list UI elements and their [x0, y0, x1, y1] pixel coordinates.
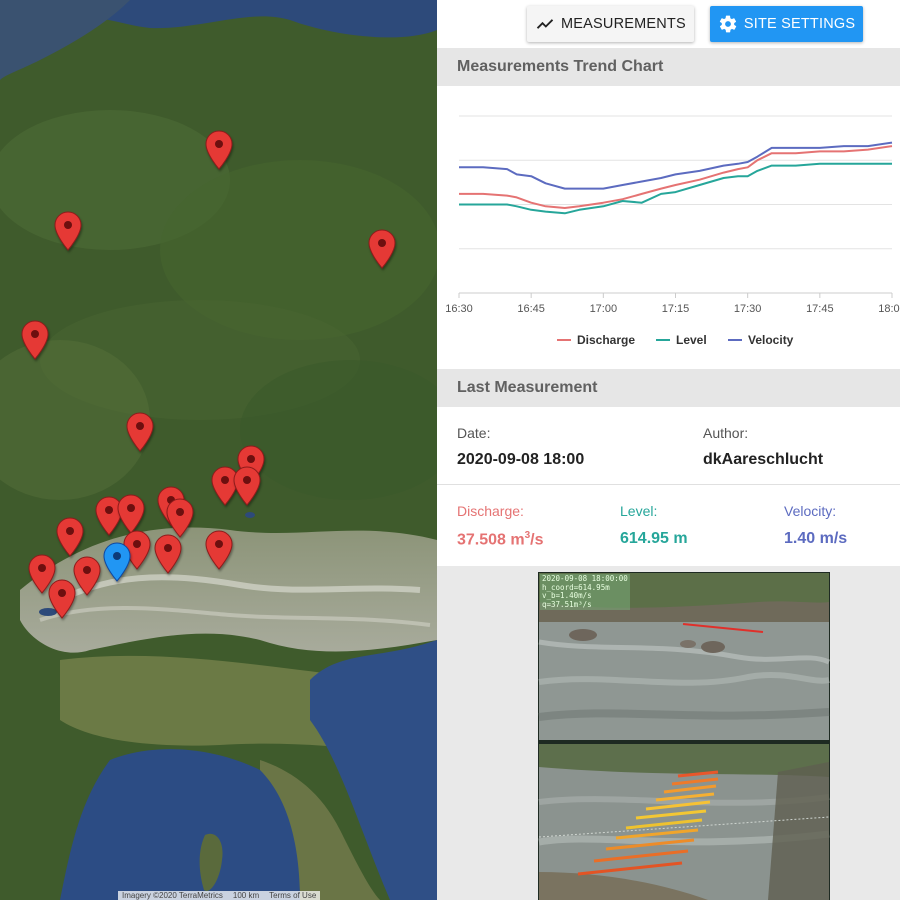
series-line-level [459, 162, 892, 215]
river-photo [538, 572, 830, 900]
map-attribution: Imagery ©2020 TerraMetrics 100 km Terms … [118, 891, 321, 900]
measurement-photo[interactable]: 2020-09-08 18:00:00 h_coord=614.95m v_b=… [538, 572, 830, 900]
selected-map-marker-pin[interactable] [103, 542, 131, 582]
discharge-value: 37.508 m3/s [457, 530, 544, 549]
site-settings-button-label: SITE SETTINGS [743, 16, 856, 32]
map-marker-pin[interactable] [48, 579, 76, 619]
date-label: Date: [457, 425, 491, 441]
map-marker-pin[interactable] [233, 466, 261, 506]
map-marker-pin[interactable] [154, 534, 182, 574]
map-marker-pin[interactable] [166, 498, 194, 538]
map-marker-pin[interactable] [117, 494, 145, 534]
author-value: dkAareschlucht [703, 451, 824, 468]
legend-label[interactable]: Level [676, 333, 707, 347]
author-label: Author: [703, 425, 749, 441]
x-tick-label: 16:45 [517, 303, 545, 315]
measurement-meta-row: Date: 2020-09-08 18:00 Author: dkAaresch… [437, 407, 900, 485]
photo-overlay-text: 2020-09-08 18:00:00 h_coord=614.95m v_b=… [540, 574, 630, 610]
velocity-label: Velocity: [784, 503, 837, 519]
panel-toolbar: MEASUREMENTS SITE SETTINGS [437, 0, 900, 48]
map-marker-pin[interactable] [56, 517, 84, 557]
date-value: 2020-09-08 18:00 [457, 451, 585, 468]
map-marker-pin[interactable] [73, 556, 101, 596]
site-panel: MEASUREMENTS SITE SETTINGS Measurements … [437, 0, 900, 900]
discharge-label: Discharge: [457, 503, 524, 519]
level-label: Level: [620, 503, 658, 519]
site-settings-button[interactable]: SITE SETTINGS [709, 6, 864, 42]
terms-link[interactable]: Terms of Use [269, 891, 316, 900]
series-line-velocity [459, 141, 893, 190]
imagery-credit: Imagery ©2020 TerraMetrics [122, 891, 223, 900]
discharge-number: 37.508 m [457, 531, 525, 549]
x-tick-label: 18:00 [878, 303, 900, 315]
measurements-button[interactable]: MEASUREMENTS [527, 6, 694, 42]
trend-chart-header: Measurements Trend Chart [437, 48, 900, 86]
discharge-unit-tail: /s [530, 531, 544, 549]
map-marker-pin[interactable] [205, 530, 233, 570]
trend-chart-card: 16:30 16:45 17:00 17:15 17:30 17:45 18:00 Disch… [437, 86, 900, 369]
velocity-value: 1.40 m/s [784, 530, 848, 547]
x-tick-label: 17:15 [662, 303, 690, 315]
measurements-button-label: MEASUREMENTS [561, 16, 686, 32]
x-tick-label: 17:30 [734, 303, 762, 315]
scale-label: 100 km [232, 891, 260, 900]
level-value: 614.95 m [620, 530, 688, 547]
x-tick-label: 17:45 [806, 303, 834, 315]
gear-icon [719, 15, 737, 33]
trending-up-icon [536, 19, 554, 29]
map-marker-pin[interactable] [126, 412, 154, 452]
legend-label[interactable]: Velocity [748, 333, 794, 347]
x-tick-label: 16:30 [445, 303, 473, 315]
map-marker-pin[interactable] [205, 130, 233, 170]
last-measurement-card: Date: 2020-09-08 18:00 Author: dkAaresch… [437, 407, 900, 566]
map-marker-pin[interactable] [54, 211, 82, 251]
last-measurement-header: Last Measurement [437, 369, 900, 407]
legend-label[interactable]: Discharge [577, 333, 635, 347]
series-line-discharge [459, 145, 893, 209]
map-marker-pin[interactable] [21, 320, 49, 360]
map-marker-pin[interactable] [368, 229, 396, 269]
trend-chart: 16:30 16:45 17:00 17:15 17:30 17:45 18:00 Disch… [445, 115, 900, 347]
measurement-values-row: Discharge: 37.508 m3/s Level: 614.95 m V… [437, 485, 900, 566]
x-tick-label: 17:00 [590, 303, 618, 315]
satellite-map[interactable]: Imagery ©2020 TerraMetrics 100 km Terms … [0, 0, 437, 900]
